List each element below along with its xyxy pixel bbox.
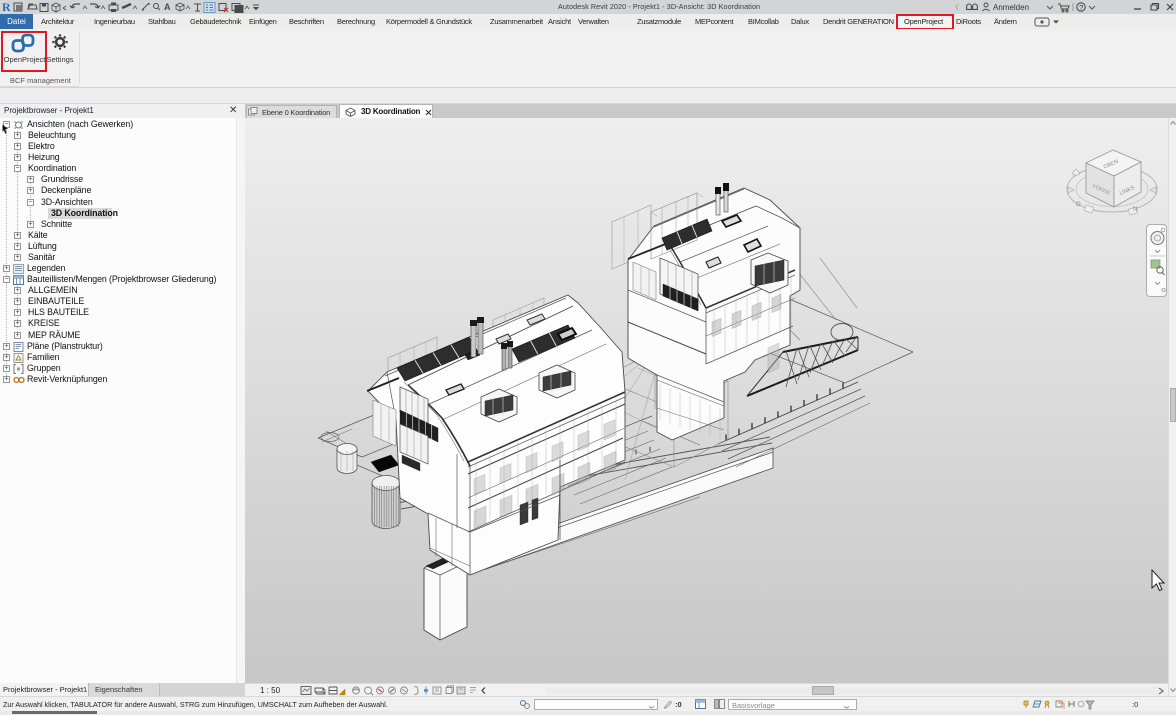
svg-text:Anmelden: Anmelden <box>993 3 1029 12</box>
svg-text:◢: ◢ <box>338 687 346 696</box>
svg-text:O: O <box>1076 202 1081 208</box>
svg-text:?: ? <box>1079 3 1083 12</box>
svg-text:R: R <box>2 0 11 14</box>
svg-text:A: A <box>164 2 171 12</box>
svg-text:N: N <box>1133 207 1137 213</box>
